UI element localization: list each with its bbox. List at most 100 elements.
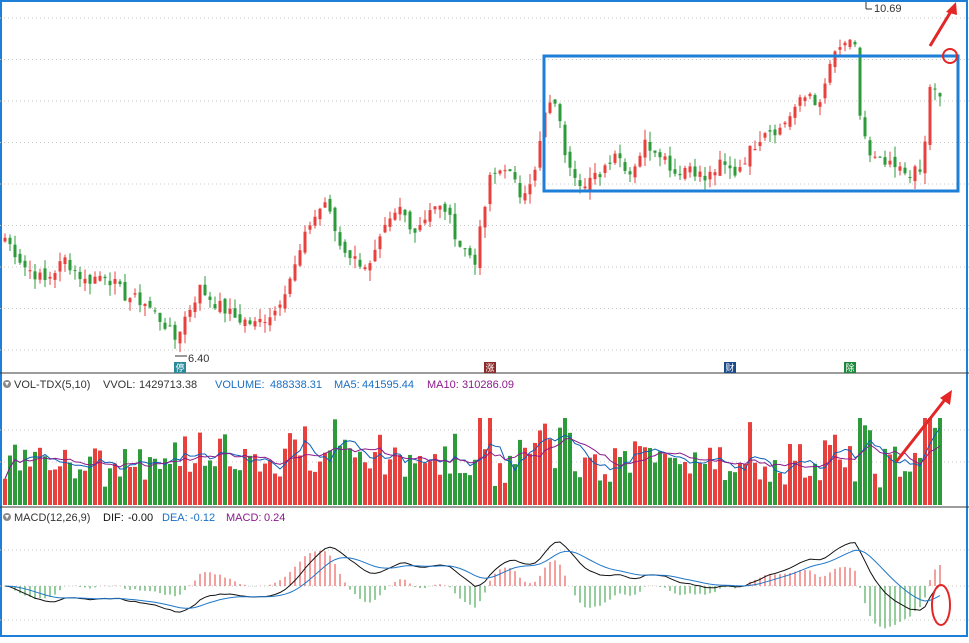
volume-bar <box>458 473 462 505</box>
candle-body <box>803 97 807 102</box>
volume-bar <box>283 448 287 505</box>
candle-body <box>493 172 497 174</box>
volume-bar <box>708 447 712 505</box>
volume-bar <box>803 477 807 505</box>
event-marker: 除 <box>844 362 856 373</box>
volume-bar <box>448 473 452 505</box>
candle-body <box>338 232 342 246</box>
candle-body <box>438 205 442 210</box>
volume-bar <box>468 475 472 505</box>
candle-body <box>703 175 707 181</box>
candle-body <box>33 271 37 280</box>
volume-bar <box>903 471 907 505</box>
candle-body <box>828 63 832 83</box>
candle-body <box>563 124 567 156</box>
candle-body <box>393 212 397 220</box>
volume-bar <box>48 470 52 505</box>
volume-bar <box>633 441 637 505</box>
candle-body <box>113 279 117 284</box>
candle-body <box>378 236 382 250</box>
volume-bar <box>278 476 282 505</box>
candle-body <box>83 278 87 284</box>
volume-bar <box>383 474 387 505</box>
candle-body <box>43 268 47 280</box>
candle-body <box>313 216 317 226</box>
candle-body <box>28 270 32 272</box>
volume-bar <box>618 456 622 505</box>
volume-bar <box>323 452 327 505</box>
candle-body <box>358 259 362 267</box>
volume-bar <box>153 458 157 505</box>
candle-body <box>578 180 582 187</box>
chart-canvas[interactable]: 停涨财除 10.69 6.40 VOL-TDX(5,10) VVOL: 1429… <box>0 0 969 638</box>
candle-body <box>213 304 217 309</box>
candle-body <box>188 309 192 317</box>
candlestick-series <box>3 38 942 353</box>
candle-body <box>683 167 687 179</box>
candle-body <box>48 276 52 279</box>
candle-body <box>258 318 262 323</box>
candle-body <box>603 165 607 173</box>
candle-body <box>778 127 782 135</box>
volume-bar <box>723 480 727 505</box>
candle-body <box>708 171 712 180</box>
candle-body <box>373 249 377 262</box>
candle-body <box>133 293 137 295</box>
candle-body <box>183 316 187 335</box>
candle-body <box>433 206 437 210</box>
candle-body <box>773 129 777 136</box>
candle-body <box>108 280 112 286</box>
event-marker-label: 财 <box>725 362 734 373</box>
candle-body <box>853 41 857 45</box>
volume-bar <box>628 472 632 505</box>
volume-bar <box>443 446 447 505</box>
candle-body <box>368 263 372 271</box>
candle-body <box>403 209 407 216</box>
event-marker: 涨 <box>484 362 496 373</box>
candle-body <box>568 151 572 168</box>
candle-body <box>98 275 102 281</box>
volume-bar <box>263 463 267 505</box>
candle-body <box>468 248 472 256</box>
volume-bar <box>478 418 482 505</box>
volume-bar <box>653 462 657 505</box>
volume-bar <box>238 470 242 505</box>
candle-body <box>128 298 132 303</box>
candle-body <box>273 310 277 316</box>
candle-body <box>63 257 67 265</box>
volume-bar <box>143 479 147 505</box>
volume-bar <box>178 466 182 505</box>
candle-body <box>8 237 12 245</box>
candle-body <box>933 88 937 90</box>
volume-bar <box>398 455 402 505</box>
volume-bar <box>758 479 762 505</box>
volume-bar <box>403 476 407 505</box>
volume-bar <box>213 466 217 505</box>
candle-body <box>233 308 237 318</box>
volume-bar <box>68 462 72 505</box>
candle-body <box>893 156 897 168</box>
candle-body <box>793 106 797 118</box>
volume-bar <box>848 446 852 505</box>
volume-bar <box>13 444 17 505</box>
svg-text:VOL-TDX(5,10) VVOL:: VOL-TDX(5,10) VVOL: 1429713.38 VOLUME: 4… <box>14 379 514 391</box>
volume-bar <box>613 448 617 505</box>
candle-body <box>923 141 927 174</box>
candle-body <box>58 261 62 272</box>
volume-bar <box>533 442 537 505</box>
candle-body <box>763 133 767 138</box>
candle-body <box>348 250 352 259</box>
candle-body <box>663 156 667 160</box>
volume-bar <box>258 471 262 505</box>
candle-body <box>123 281 127 301</box>
volume-bar <box>83 470 87 505</box>
candle-body <box>833 51 837 68</box>
volume-header: VOL-TDX(5,10) VVOL: 1429713.38 VOLUME: 4… <box>3 379 514 391</box>
candle-body <box>628 171 632 175</box>
candle-body <box>868 140 872 156</box>
stock-chart: 停涨财除 10.69 6.40 VOL-TDX(5,10) VVOL: 1429… <box>0 0 969 638</box>
volume-bar <box>908 471 912 505</box>
candle-body <box>813 95 817 106</box>
candle-body <box>593 172 597 180</box>
volume-bar <box>503 482 507 505</box>
